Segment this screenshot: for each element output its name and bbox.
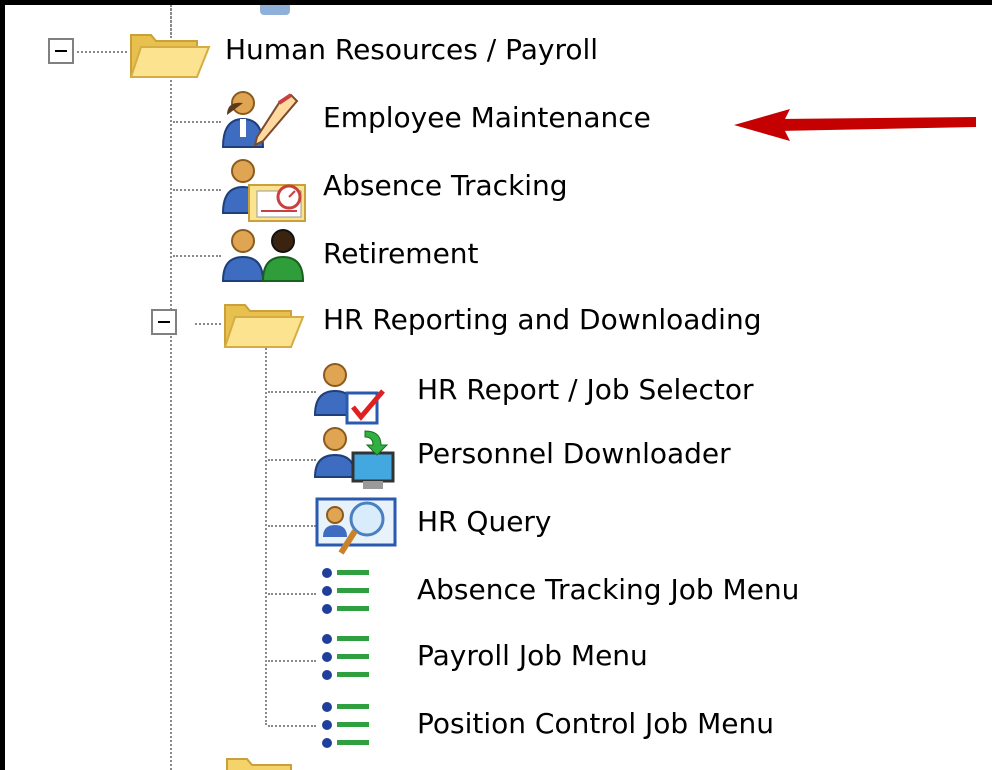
folder-open-icon (129, 34, 211, 78)
node-label: Retirement (323, 237, 479, 270)
tree-item-hr-query[interactable]: HR Query (313, 493, 613, 555)
tree-line (195, 323, 221, 325)
node-label: HR Query (417, 505, 552, 538)
absence-tracking-icon (221, 159, 306, 222)
tree-line (268, 525, 316, 527)
tree-line (170, 5, 172, 770)
job-menu-list-icon (322, 634, 369, 680)
node-label: HR Reporting and Downloading (323, 303, 762, 336)
tree-line (77, 51, 127, 53)
node-label: Personnel Downloader (417, 437, 731, 470)
node-label: Payroll Job Menu (417, 639, 648, 672)
tree-line (268, 725, 316, 727)
node-label: Absence Tracking Job Menu (417, 573, 800, 606)
report-selector-icon (313, 363, 385, 425)
tree-item-absence-tracking[interactable]: Absence Tracking (219, 157, 679, 222)
tree-item-absence-tracking-job-menu[interactable]: Absence Tracking Job Menu (313, 561, 893, 623)
node-label: HR Report / Job Selector (417, 373, 754, 406)
tree-line (268, 391, 316, 393)
tree-node-hr-reporting[interactable]: HR Reporting and Downloading (219, 291, 859, 353)
tree-item-personnel-downloader[interactable]: Personnel Downloader (313, 425, 833, 489)
collapse-toggle-subfolder[interactable] (151, 309, 177, 335)
downloader-icon (313, 427, 395, 489)
node-label: Absence Tracking (323, 169, 568, 202)
query-magnifier-icon (315, 497, 397, 555)
red-arrow-icon (734, 109, 976, 141)
tree-line (268, 593, 316, 595)
folder-open-icon (223, 304, 305, 348)
node-label: Position Control Job Menu (417, 707, 774, 740)
tree-item-hr-report-job-selector[interactable]: HR Report / Job Selector (313, 361, 853, 425)
tree-node-root[interactable]: Human Resources / Payroll (125, 21, 725, 83)
job-menu-list-icon (322, 568, 369, 614)
tree-item-retirement[interactable]: Retirement (219, 225, 559, 287)
tree-item-position-control-job-menu[interactable]: Position Control Job Menu (313, 695, 873, 757)
tree-line (173, 255, 221, 257)
employee-edit-icon (221, 91, 299, 148)
tree-item-employee-maintenance[interactable]: Employee Maintenance (219, 89, 739, 151)
tree-item-payroll-job-menu[interactable]: Payroll Job Menu (313, 627, 733, 689)
partial-item-icon (260, 5, 290, 15)
node-label: Human Resources / Payroll (225, 33, 599, 66)
job-menu-list-icon (322, 702, 369, 748)
node-label: Employee Maintenance (323, 101, 651, 134)
tree-line (268, 660, 316, 662)
tree-line (173, 189, 221, 191)
folder-icon (226, 758, 292, 770)
tree-line (173, 121, 221, 123)
tree-view: Human Resources / Payroll Employee Maint… (5, 5, 992, 770)
tree-line (265, 345, 267, 725)
tree-line (268, 459, 316, 461)
collapse-toggle-root[interactable] (48, 38, 74, 64)
retirement-icon (221, 229, 305, 282)
